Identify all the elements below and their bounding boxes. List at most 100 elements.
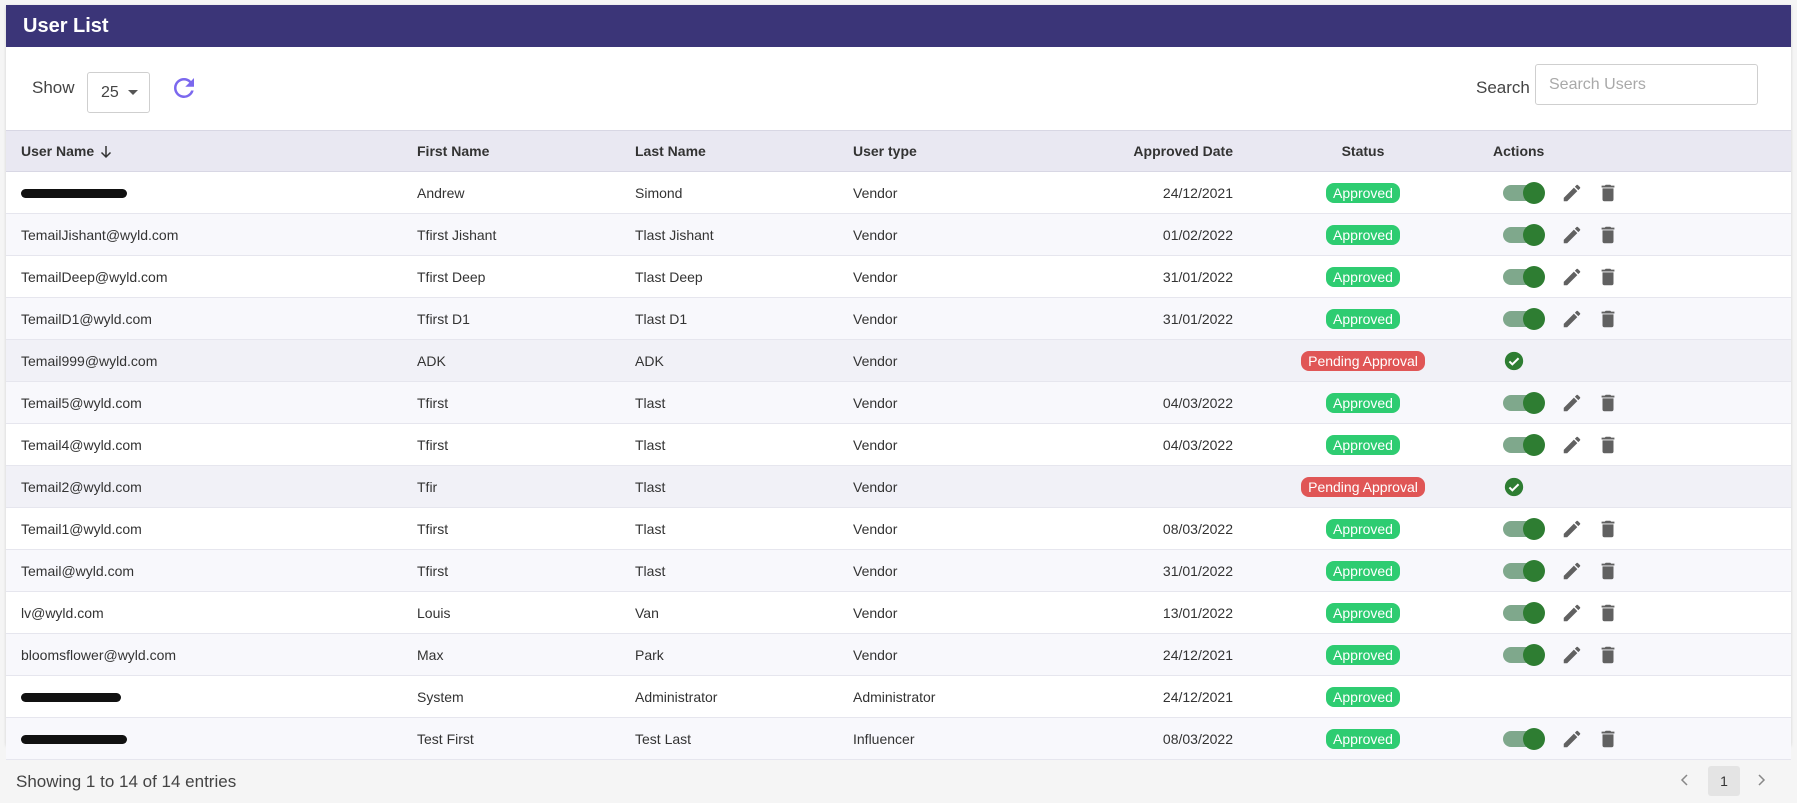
- table-row: Temail1@wyld.com Tfirst Tlast Vendor 08/03/2…: [6, 508, 1791, 550]
- edit-pencil-icon[interactable]: [1561, 224, 1583, 246]
- cell-user-type: Vendor: [853, 520, 898, 537]
- cell-approved-date: [1013, 340, 1233, 382]
- cell-user-type: Vendor: [853, 352, 898, 369]
- table-row: Andrew Simond Vendor 24/12/2021 Approved: [6, 172, 1791, 214]
- column-header-user-name[interactable]: User Name: [6, 131, 417, 172]
- cell-status: Approved: [1233, 550, 1493, 592]
- cell-status: Approved: [1233, 508, 1493, 550]
- cell-status: Approved: [1233, 256, 1493, 298]
- refresh-icon[interactable]: [169, 73, 199, 103]
- edit-pencil-icon[interactable]: [1561, 560, 1583, 582]
- cell-first-name: Tfirst Jishant: [417, 226, 497, 243]
- edit-pencil-icon[interactable]: [1561, 182, 1583, 204]
- table-row: TemailDeep@wyld.com Tfirst Deep Tlast Deep…: [6, 256, 1791, 298]
- cell-last-name: Tlast: [635, 478, 666, 495]
- cell-user-type: Vendor: [853, 394, 898, 411]
- status-badge: Approved: [1326, 182, 1400, 203]
- approve-check-icon[interactable]: [1503, 476, 1525, 498]
- delete-trash-icon[interactable]: [1597, 182, 1619, 204]
- column-header-status[interactable]: Status: [1233, 131, 1493, 172]
- edit-pencil-icon[interactable]: [1561, 518, 1583, 540]
- page-size-select[interactable]: 25: [87, 72, 150, 113]
- row-actions: [1493, 676, 1791, 717]
- cell-approved-date: 08/03/2022: [1162, 730, 1233, 747]
- edit-pencil-icon[interactable]: [1561, 434, 1583, 456]
- cell-last-name: Tlast: [635, 436, 666, 453]
- cell-actions: [1493, 340, 1791, 382]
- delete-trash-icon[interactable]: [1597, 728, 1619, 750]
- column-header-approved-date[interactable]: Approved Date: [1013, 131, 1233, 172]
- cell-last-name: Test Last: [635, 730, 692, 747]
- pagination-page-1[interactable]: 1: [1708, 766, 1740, 796]
- cell-last-name: Administrator: [635, 688, 718, 705]
- cell-user-name: [6, 718, 417, 760]
- active-toggle[interactable]: [1503, 391, 1545, 414]
- chevron-right-icon[interactable]: [1753, 772, 1769, 788]
- edit-pencil-icon[interactable]: [1561, 308, 1583, 330]
- active-toggle[interactable]: [1503, 265, 1545, 288]
- cell-user-name: Temail@wyld.com: [21, 562, 135, 579]
- cell-first-name: Tfirst: [417, 562, 449, 579]
- column-header-user-type[interactable]: User type: [853, 131, 1013, 172]
- active-toggle[interactable]: [1503, 181, 1545, 204]
- delete-trash-icon[interactable]: [1597, 560, 1619, 582]
- table-row: TemailD1@wyld.com Tfirst D1 Tlast D1 Vendor…: [6, 297, 1791, 340]
- redacted-mark: [21, 735, 127, 745]
- active-toggle[interactable]: [1503, 727, 1545, 750]
- delete-trash-icon[interactable]: [1597, 602, 1619, 624]
- active-toggle[interactable]: [1503, 307, 1545, 330]
- cell-actions: [1493, 256, 1791, 298]
- delete-trash-icon[interactable]: [1597, 518, 1619, 540]
- cell-first-name: Tfirst Deep: [417, 268, 486, 285]
- column-header-first-name[interactable]: First Name: [417, 131, 635, 172]
- cell-user-name: [6, 676, 417, 718]
- cell-last-name: Tlast D1: [635, 310, 688, 327]
- approve-check-icon[interactable]: [1503, 350, 1525, 372]
- edit-pencil-icon[interactable]: [1561, 728, 1583, 750]
- column-header-label: User Name: [21, 142, 95, 159]
- active-toggle[interactable]: [1503, 559, 1545, 582]
- cell-actions: [1493, 298, 1791, 340]
- cell-last-name: Van: [635, 604, 659, 621]
- edit-pencil-icon[interactable]: [1561, 644, 1583, 666]
- search-input[interactable]: [1535, 64, 1758, 105]
- page-title: User List: [6, 5, 1791, 47]
- active-toggle[interactable]: [1503, 517, 1545, 540]
- active-toggle[interactable]: [1503, 433, 1545, 456]
- cell-user-name: [6, 172, 417, 214]
- cell-last-name: Park: [635, 646, 664, 663]
- active-toggle[interactable]: [1503, 601, 1545, 624]
- table-row: Temail2@wyld.com Tfir Tlast Vendor Pending A…: [6, 465, 1791, 508]
- row-actions: [1493, 340, 1791, 381]
- delete-trash-icon[interactable]: [1597, 434, 1619, 456]
- table-row: bloomsflower@wyld.com Max Park Vendor 24/12/…: [6, 633, 1791, 676]
- table-row: Temail@wyld.com Tfirst Tlast Vendor 31/01/20…: [6, 549, 1791, 592]
- status-badge: Pending Approval: [1301, 476, 1425, 497]
- cell-user-type: Vendor: [853, 184, 898, 201]
- status-badge: Approved: [1326, 644, 1400, 665]
- cell-last-name: Tlast: [635, 562, 666, 579]
- active-toggle[interactable]: [1503, 643, 1545, 666]
- cell-first-name: Tfirst: [417, 436, 449, 453]
- chevron-left-icon[interactable]: [1677, 772, 1693, 788]
- edit-pencil-icon[interactable]: [1561, 602, 1583, 624]
- row-actions: [1493, 592, 1791, 633]
- edit-pencil-icon[interactable]: [1561, 266, 1583, 288]
- show-label: Show: [32, 78, 75, 97]
- delete-trash-icon[interactable]: [1597, 224, 1619, 246]
- row-actions: [1493, 718, 1791, 759]
- cell-first-name: Andrew: [417, 184, 465, 201]
- row-actions: [1493, 256, 1791, 297]
- column-header-last-name[interactable]: Last Name: [635, 131, 853, 172]
- delete-trash-icon[interactable]: [1597, 392, 1619, 414]
- status-badge: Approved: [1326, 308, 1400, 329]
- delete-trash-icon[interactable]: [1597, 308, 1619, 330]
- table-toolbar: Show 25 Search: [6, 47, 1791, 131]
- active-toggle[interactable]: [1503, 223, 1545, 246]
- status-badge: Approved: [1326, 392, 1400, 413]
- delete-trash-icon[interactable]: [1597, 266, 1619, 288]
- cell-user-name: Temail2@wyld.com: [21, 478, 142, 495]
- edit-pencil-icon[interactable]: [1561, 392, 1583, 414]
- status-badge: Approved: [1326, 602, 1400, 623]
- delete-trash-icon[interactable]: [1597, 644, 1619, 666]
